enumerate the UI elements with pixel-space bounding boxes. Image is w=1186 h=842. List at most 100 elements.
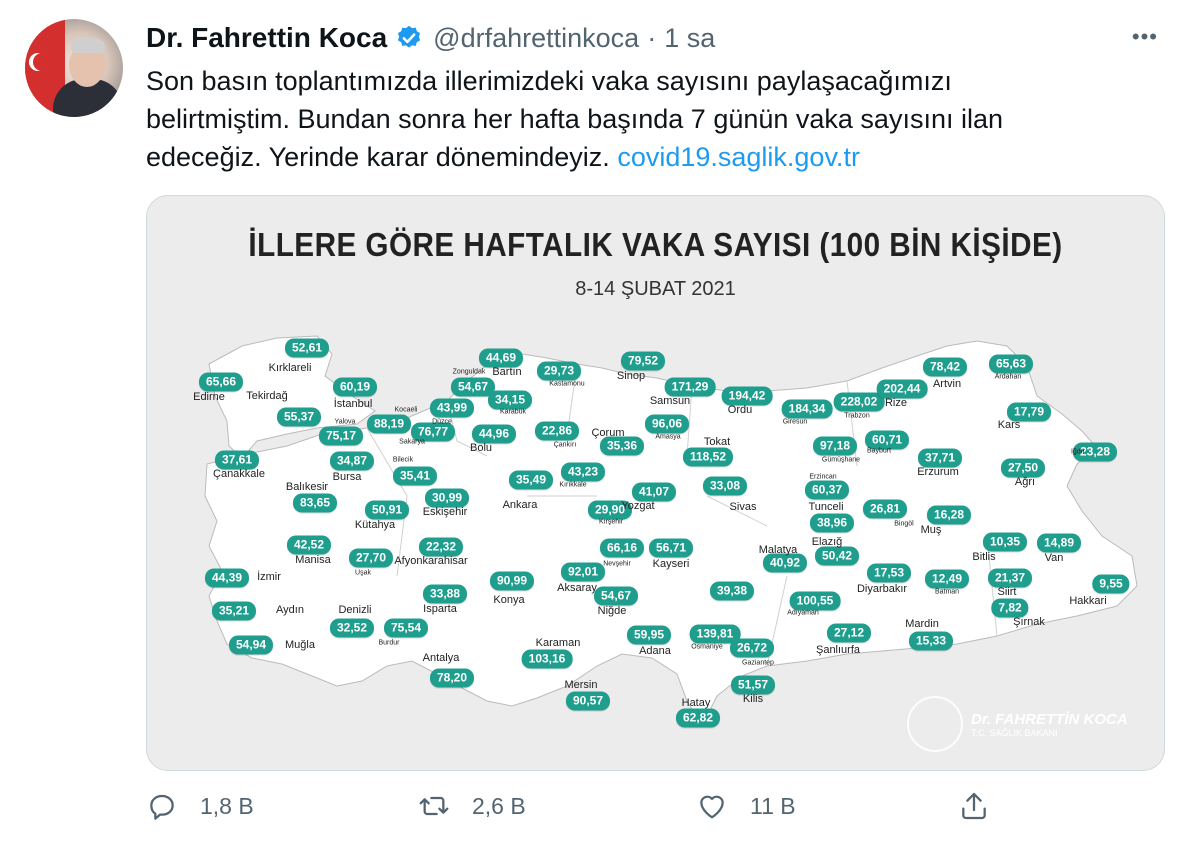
province-label-rize: Rize [884, 397, 908, 409]
province-value-bitlis: 10,35 [982, 532, 1028, 552]
crescent-icon [33, 53, 51, 71]
province-label-aydin: Aydın [276, 604, 304, 616]
retweet-button[interactable]: 2,6 B [418, 790, 526, 822]
province-value-yalova: 75,17 [318, 426, 364, 446]
province-label-karabuk: Karabük [499, 408, 527, 416]
signature-name: Dr. FAHRETTİN KOCA [971, 710, 1128, 728]
more-options-icon[interactable]: ••• [1132, 24, 1158, 50]
header-separator: · [647, 22, 657, 53]
province-label-bingol: Bingöl [894, 520, 914, 528]
province-value-kirklareli: 52,61 [284, 338, 330, 358]
province-value-amasya: 96,06 [644, 414, 690, 434]
province-label-tekirdag: Tekirdağ [246, 390, 288, 402]
province-label-bitlis: Bitlis [972, 551, 996, 563]
province-label-eskisehir: Eskişehir [422, 506, 468, 518]
reply-button[interactable]: 1,8 B [146, 790, 254, 822]
province-value-trabzon: 228,02 [833, 392, 885, 412]
tweet-link[interactable]: covid19.saglik.gov.tr [617, 142, 860, 172]
province-value-bursa: 34,87 [329, 451, 375, 471]
province-label-gaziantep: Gaziantep [742, 659, 774, 667]
ministry-emblem-icon [907, 696, 963, 752]
province-label-agri: Ağrı [1014, 476, 1036, 488]
province-value-denizli: 32,52 [329, 618, 375, 638]
province-label-kilis: Kilis [742, 693, 764, 705]
province-label-ardahan: Ardahan [994, 373, 1022, 381]
province-value-usak: 27,70 [348, 548, 394, 568]
province-label-igdir: Iğdır [1070, 448, 1086, 456]
province-value-kastamonu: 29,73 [536, 361, 582, 381]
retweet-count: 2,6 B [472, 792, 526, 819]
province-label-aksaray: Aksaray [557, 582, 597, 594]
province-value-nevsehir: 66,16 [599, 538, 645, 558]
province-label-giresun: Giresun [782, 418, 808, 426]
province-label-duzce: Düzce [432, 418, 452, 426]
province-value-mardin: 15,33 [908, 631, 954, 651]
avatar-hair [71, 37, 105, 53]
province-label-mugla: Muğla [285, 639, 315, 651]
province-value-mus: 16,28 [926, 505, 972, 525]
province-value-burdur: 75,54 [383, 618, 429, 638]
province-value-agri: 27,50 [1000, 458, 1046, 478]
province-label-kars: Kars [997, 419, 1021, 431]
heart-icon [700, 795, 724, 819]
province-value-kirikkale: 43,23 [560, 462, 606, 482]
tweet-line-3: edeceğiz. Yerinde karar dönemindeyiz. co… [146, 138, 1146, 176]
province-value-karaman: 103,16 [521, 649, 573, 669]
province-value-izmir: 44,39 [204, 568, 250, 588]
province-label-zonguldak: Zonguldak [452, 368, 486, 376]
tweet-text: Son basın toplantımızda illerimizdeki va… [146, 62, 1146, 176]
province-value-artvin: 78,42 [922, 357, 968, 377]
province-value-corum: 35,36 [599, 436, 645, 456]
tweet-timestamp[interactable]: 1 sa [664, 23, 715, 54]
province-value-kayseri: 56,71 [648, 538, 694, 558]
province-value-eskisehir: 30,99 [424, 488, 470, 508]
province-label-bursa: Bursa [332, 471, 362, 483]
province-label-bartin: Bartın [492, 366, 522, 378]
province-label-sirnak: Şırnak [1013, 616, 1045, 628]
province-value-bartin: 44,69 [478, 348, 524, 368]
province-value-aksaray: 92,01 [560, 562, 606, 582]
province-value-kahramanmaras: 39,38 [709, 581, 755, 601]
province-value-sinop: 79,52 [620, 351, 666, 371]
province-value-tokat: 118,52 [682, 447, 734, 467]
province-label-trabzon: Trabzon [844, 412, 870, 420]
province-value-rize: 202,44 [876, 379, 928, 399]
tweet-media-image[interactable]: İLLERE GÖRE HAFTALIK VAKA SAYISI (100 Bİ… [146, 195, 1165, 771]
province-label-mardin: Mardin [905, 618, 939, 630]
share-button[interactable] [958, 790, 990, 822]
province-label-van: Van [1044, 552, 1064, 564]
province-label-sakarya: Sakarya [399, 438, 425, 446]
province-value-adiyaman: 100,55 [789, 591, 841, 611]
province-label-siirt: Siirt [997, 586, 1017, 598]
province-value-karabuk: 34,15 [487, 390, 533, 410]
province-value-sivas: 33,08 [702, 476, 748, 496]
verified-badge-icon [398, 25, 421, 48]
province-label-corum: Çorum [591, 427, 625, 439]
province-label-antalya: Antalya [422, 652, 460, 664]
province-value-nigde: 54,67 [593, 586, 639, 606]
author-handle[interactable]: @drfahrettinkoca [433, 23, 639, 54]
tweet-line-3-text: edeceğiz. Yerinde karar dönemindeyiz. [146, 142, 618, 172]
province-label-edirne: Edirne [193, 391, 225, 403]
retweet-icon [419, 796, 449, 816]
share-icon [962, 792, 986, 820]
province-value-edirne: 65,66 [198, 372, 244, 392]
province-label-balikesir: Balıkesir [285, 481, 329, 493]
province-value-yozgat: 41,07 [631, 482, 677, 502]
like-button[interactable]: 11 B [696, 790, 796, 822]
author-name[interactable]: Dr. Fahrettin Koca [146, 22, 387, 54]
province-value-ardahan: 65,63 [988, 354, 1034, 374]
province-label-bayburt: Bayburt [866, 447, 892, 455]
province-label-diyarbakir: Diyarbakır [856, 583, 908, 595]
province-label-sanliurfa: Şanlıurfa [815, 644, 861, 656]
province-label-tokat: Tokat [703, 436, 731, 448]
province-value-kilis: 51,57 [730, 675, 776, 695]
signature-title: T.C. SAĞLIK BAKANI [971, 727, 1058, 738]
avatar[interactable] [25, 19, 123, 117]
province-value-diyarbakir: 17,53 [866, 563, 912, 583]
province-label-yozgat: Yozgat [621, 500, 655, 512]
province-label-cankiri: Çankırı [553, 441, 577, 449]
province-label-istanbul: İstanbul [333, 398, 373, 410]
province-value-tunceli: 38,96 [809, 513, 855, 533]
province-label-sivas: Sivas [729, 501, 757, 513]
